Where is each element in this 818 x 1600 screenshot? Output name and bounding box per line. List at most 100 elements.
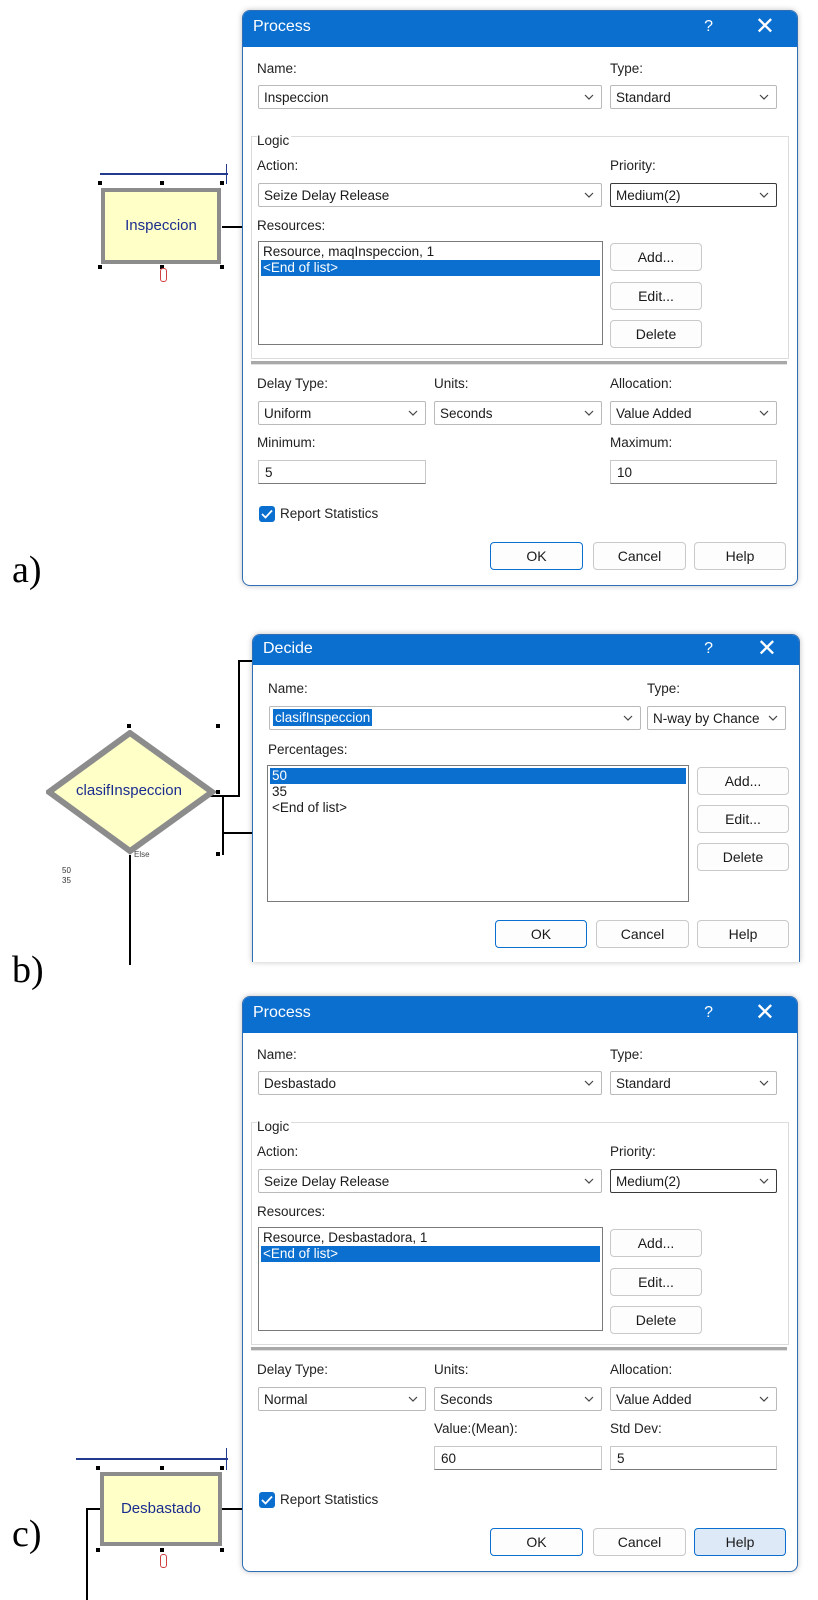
add-button[interactable]: Add... <box>610 1229 702 1257</box>
process-dialog-a: Process ? ✕ Name: Type: Inspeccion Stand… <box>242 10 798 586</box>
help-icon[interactable]: ? <box>704 640 713 658</box>
delete-button[interactable]: Delete <box>697 843 789 871</box>
percentages-listbox[interactable]: 50 35 <End of list> <box>267 765 689 902</box>
edit-button[interactable]: Edit... <box>610 1268 702 1296</box>
report-statistics-label: Report Statistics <box>280 506 379 521</box>
add-button[interactable]: Add... <box>610 243 702 271</box>
else-label: Else <box>134 850 150 859</box>
action-combobox[interactable]: Seize Delay Release <box>258 1169 602 1193</box>
type-label: Type: <box>610 61 644 76</box>
type-combobox[interactable]: Standard <box>610 1071 777 1095</box>
help-button[interactable]: Help <box>697 920 789 948</box>
help-button[interactable]: Help <box>694 542 786 570</box>
std-dev-input[interactable]: 5 <box>610 1446 777 1470</box>
cancel-button[interactable]: Cancel <box>593 1528 686 1556</box>
type-label: Type: <box>647 681 681 696</box>
edit-button[interactable]: Edit... <box>697 805 789 833</box>
report-statistics-checkbox[interactable] <box>259 506 275 522</box>
allocation-combobox[interactable]: Value Added <box>610 1387 777 1411</box>
units-combobox[interactable]: Seconds <box>434 1387 602 1411</box>
name-combobox[interactable]: clasifInspeccion <box>269 706 641 730</box>
list-item[interactable]: 35 <box>270 784 686 800</box>
help-icon[interactable]: ? <box>704 18 713 36</box>
chevron-down-icon <box>759 94 769 100</box>
chevron-down-icon <box>408 410 418 416</box>
add-button[interactable]: Add... <box>697 767 789 795</box>
delay-type-label: Delay Type: <box>257 1362 329 1377</box>
chance-value: 35 <box>62 876 71 885</box>
list-item-selected[interactable]: <End of list> <box>261 1246 600 1262</box>
chevron-down-icon <box>759 1396 769 1402</box>
type-combobox[interactable]: N-way by Chance <box>647 706 786 730</box>
mean-value: 60 <box>441 1451 457 1466</box>
edit-button[interactable]: Edit... <box>610 282 702 310</box>
name-value: Desbastado <box>264 1076 337 1091</box>
title-bar: Decide ? ✕ <box>253 635 799 665</box>
close-icon[interactable]: ✕ <box>757 635 777 663</box>
delete-button[interactable]: Delete <box>610 320 702 348</box>
mean-input[interactable]: 60 <box>434 1446 602 1470</box>
type-value: N-way by Chance <box>653 711 760 726</box>
list-item[interactable]: Resource, Desbastadora, 1 <box>261 1230 600 1246</box>
decide-dialog: Decide ? ✕ Name: Type: clasifInspeccion … <box>252 634 800 962</box>
chevron-down-icon <box>584 1080 594 1086</box>
units-label: Units: <box>434 1362 469 1377</box>
allocation-value: Value Added <box>616 406 692 421</box>
std-dev-label: Std Dev: <box>610 1421 662 1436</box>
process-module-inspeccion[interactable]: Inspeccion <box>101 188 221 264</box>
type-combobox[interactable]: Standard <box>610 85 777 109</box>
separator <box>251 361 787 365</box>
priority-label: Priority: <box>610 1144 656 1159</box>
connector-line <box>222 832 254 834</box>
help-icon[interactable]: ? <box>704 1004 713 1022</box>
resources-listbox[interactable]: Resource, Desbastadora, 1 <End of list> <box>258 1227 603 1331</box>
cancel-button[interactable]: Cancel <box>593 542 686 570</box>
minimum-input[interactable]: 5 <box>258 460 426 484</box>
priority-combobox[interactable]: Medium(2) <box>610 183 777 207</box>
selection-handle <box>96 1466 100 1470</box>
delay-type-combobox[interactable]: Normal <box>258 1387 426 1411</box>
close-icon[interactable]: ✕ <box>755 999 775 1027</box>
units-label: Units: <box>434 376 469 391</box>
ok-button[interactable]: OK <box>490 542 583 570</box>
action-combobox[interactable]: Seize Delay Release <box>258 183 602 207</box>
ok-button[interactable]: OK <box>490 1528 583 1556</box>
name-value: Inspeccion <box>264 90 329 105</box>
ok-button[interactable]: OK <box>495 920 587 948</box>
maximum-input[interactable]: 10 <box>610 460 777 484</box>
name-combobox[interactable]: Desbastado <box>258 1071 602 1095</box>
list-item[interactable]: Resource, maqInspeccion, 1 <box>261 244 600 260</box>
resources-listbox[interactable]: Resource, maqInspeccion, 1 <End of list> <box>258 241 603 345</box>
chevron-down-icon <box>759 410 769 416</box>
allocation-label: Allocation: <box>610 376 673 391</box>
delay-type-combobox[interactable]: Uniform <box>258 401 426 425</box>
connector-line <box>222 226 244 228</box>
chevron-down-icon <box>759 1080 769 1086</box>
name-label: Name: <box>268 681 308 696</box>
panel-label-c: c) <box>12 1513 42 1555</box>
maximum-label: Maximum: <box>610 435 673 450</box>
allocation-combobox[interactable]: Value Added <box>610 401 777 425</box>
list-item-selected[interactable]: <End of list> <box>261 260 600 276</box>
list-item-selected[interactable]: 50 <box>270 768 686 784</box>
units-combobox[interactable]: Seconds <box>434 401 602 425</box>
selection-handle <box>220 1466 224 1470</box>
connector-line <box>129 855 131 965</box>
selection-handle <box>216 724 220 728</box>
name-combobox[interactable]: Inspeccion <box>258 85 602 109</box>
list-item[interactable]: <End of list> <box>270 800 686 816</box>
units-value: Seconds <box>440 1392 493 1407</box>
priority-combobox[interactable]: Medium(2) <box>610 1169 777 1193</box>
exit-point-icon <box>160 1554 167 1568</box>
name-value[interactable]: clasifInspeccion <box>273 709 373 726</box>
delete-button[interactable]: Delete <box>610 1306 702 1334</box>
close-icon[interactable]: ✕ <box>755 13 775 41</box>
minimum-value: 5 <box>265 465 273 480</box>
process-module-desbastado[interactable]: Desbastado <box>100 1472 222 1546</box>
cancel-button[interactable]: Cancel <box>596 920 689 948</box>
selection-handle <box>220 181 224 185</box>
report-statistics-checkbox[interactable] <box>259 1492 275 1508</box>
help-button[interactable]: Help <box>694 1528 786 1556</box>
connector-line <box>222 1508 244 1510</box>
connector-tick <box>226 1448 227 1470</box>
